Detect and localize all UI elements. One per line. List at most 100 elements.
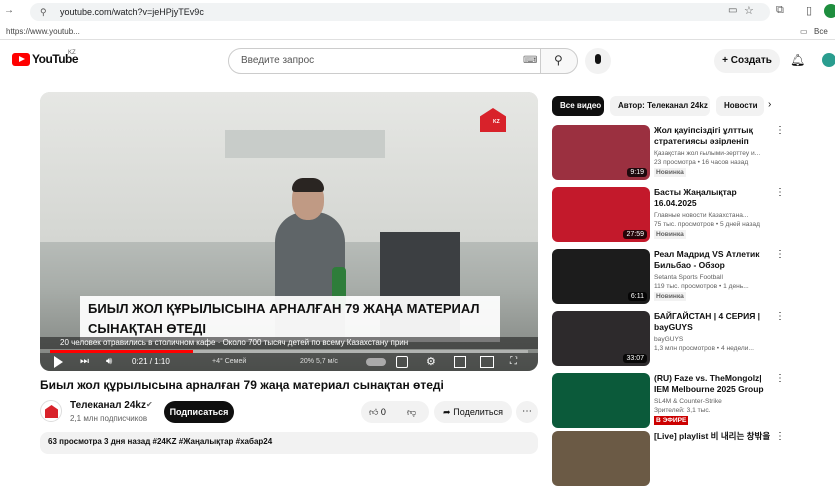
recommendation-channel[interactable]: Главные новости Казахстана... bbox=[654, 212, 776, 219]
search-icon: ⚲ bbox=[554, 53, 563, 67]
share-button[interactable]: ➦ Поделиться bbox=[434, 401, 512, 423]
more-actions-button[interactable]: ⋯ bbox=[516, 401, 538, 423]
channel-watermark-text: KZ bbox=[493, 119, 500, 125]
news-ticker: 20 человек отравились в столичном кафе ·… bbox=[40, 337, 538, 349]
site-settings-icon[interactable]: ⚲ bbox=[40, 3, 47, 21]
recommendation-thumbnail[interactable] bbox=[552, 431, 650, 486]
keyboard-icon[interactable]: ⌨ bbox=[523, 49, 537, 73]
more-vertical-icon[interactable]: ⋮ bbox=[775, 311, 785, 322]
recommendation-channel[interactable]: Setanta Sports Football bbox=[654, 274, 776, 281]
create-button[interactable]: + Создать bbox=[714, 49, 780, 73]
filter-chip[interactable]: Новости bbox=[716, 96, 764, 116]
browser-toolbar: → ⚲ youtube.com/watch?v=jeHPjyTEv9c ▭ ☆ … bbox=[0, 0, 835, 24]
video-player[interactable]: KZ БИЫЛ ЖОЛ ҚҰРЫЛЫСЫНА АРНАЛҒАН 79 ЖАҢА … bbox=[40, 92, 538, 371]
recommendation-channel[interactable]: bayGUYS bbox=[654, 336, 776, 343]
recommendation-meta: Зрителей: 3,1 тыс. bbox=[654, 407, 711, 414]
microphone-icon bbox=[595, 54, 601, 64]
recommendation-thumbnail[interactable] bbox=[552, 373, 650, 428]
recommendation-thumbnail[interactable]: 6:11 bbox=[552, 249, 650, 304]
region-code: KZ bbox=[68, 50, 76, 56]
volume-icon[interactable]: 🔊︎ bbox=[106, 356, 118, 368]
duration-badge: 6:11 bbox=[627, 292, 647, 301]
share-label: Поделиться bbox=[453, 407, 503, 417]
search-placeholder: Введите запрос bbox=[241, 55, 315, 66]
bookmarks-bar: https://www.youtub... ▭ Все за bbox=[0, 24, 835, 52]
search-button[interactable]: ⚲ bbox=[540, 48, 578, 74]
extensions-icon[interactable]: ⧉ bbox=[776, 4, 784, 17]
recommendation-title[interactable]: [Live] playlist 비 내리는 창밖을 bbox=[654, 431, 774, 442]
recommendation-item[interactable]: 27:59 Басты Жаңалықтар 16.04.2025 Главные … bbox=[552, 187, 832, 245]
create-label: Создать bbox=[730, 55, 772, 66]
like-button[interactable]: 👍︎ 0 bbox=[369, 401, 386, 423]
weather-left: +4° Семей bbox=[212, 358, 247, 365]
video-title: Биыл жол құрылысына арналған 79 жаңа мат… bbox=[40, 378, 444, 392]
subscriber-count: 2,1 млн подписчиков bbox=[70, 414, 148, 423]
voice-search-button[interactable] bbox=[585, 48, 611, 74]
more-vertical-icon[interactable]: ⋮ bbox=[775, 373, 785, 384]
url-text: youtube.com/watch?v=jeHPjyTEv9c bbox=[60, 7, 204, 17]
recommendation-item[interactable]: [Live] playlist 비 내리는 창밖을 ⋮ bbox=[552, 431, 832, 489]
address-bar[interactable]: ⚲ youtube.com/watch?v=jeHPjyTEv9c bbox=[30, 3, 770, 21]
recommendation-badge: Новинка bbox=[654, 292, 686, 301]
video-frame-hair bbox=[292, 178, 324, 192]
search-input[interactable]: Введите запрос ⌨ bbox=[228, 48, 548, 74]
next-icon[interactable]: ⏭ bbox=[80, 356, 92, 368]
bookmark-link[interactable]: https://www.youtub... bbox=[6, 24, 80, 40]
recommendation-item[interactable]: (RU) Faze vs. TheMongolz| IEM Melbourne … bbox=[552, 373, 832, 431]
recommendation-channel[interactable]: Қазақстан жол ғылыми-зерттеу и... bbox=[654, 150, 776, 157]
recommendation-title[interactable]: Реал Мадрид VS Атлетик Бильбао - Обзор bbox=[654, 249, 774, 271]
recommendation-meta: 119 тыс. просмотров • 1 день... bbox=[654, 283, 749, 290]
account-avatar[interactable] bbox=[822, 53, 835, 67]
cast-icon[interactable]: ▭ bbox=[728, 5, 737, 16]
play-icon[interactable] bbox=[54, 356, 63, 368]
filter-chip[interactable]: Все видео bbox=[552, 96, 604, 116]
more-vertical-icon[interactable]: ⋮ bbox=[775, 249, 785, 260]
recommendation-title[interactable]: Басты Жаңалықтар 16.04.2025 bbox=[654, 187, 774, 209]
fullscreen-icon[interactable]: ⛶ bbox=[510, 356, 522, 368]
filter-chip[interactable]: Автор: Телеканал 24kz bbox=[610, 96, 710, 116]
profile-avatar[interactable] bbox=[824, 4, 835, 18]
recommendation-meta: 75 тыс. просмотров • 5 дней назад bbox=[654, 221, 760, 228]
recommendation-title[interactable]: (RU) Faze vs. TheMongolz| IEM Melbourne … bbox=[654, 373, 774, 395]
recommendation-item[interactable]: 9:19 Жол қауіпсіздігі ұлттық стратегиясы … bbox=[552, 125, 832, 183]
settings-gear-icon[interactable]: ⚙ bbox=[426, 356, 438, 368]
more-vertical-icon[interactable]: ⋮ bbox=[775, 125, 785, 136]
channel-avatar[interactable] bbox=[40, 400, 62, 422]
recommendation-item[interactable]: 6:11 Реал Мадрид VS Атлетик Бильбао - Обз… bbox=[552, 249, 832, 307]
duration-badge: 9:19 bbox=[627, 168, 647, 177]
recommendation-title[interactable]: БАЙГАЙСТАН | 4 СЕРИЯ | bayGUYS bbox=[654, 311, 774, 333]
miniplayer-icon[interactable] bbox=[454, 356, 466, 368]
notifications-bell-icon[interactable]: 🔔︎ bbox=[790, 53, 805, 67]
plus-icon: + bbox=[722, 55, 731, 66]
recommendation-thumbnail[interactable]: 33:07 bbox=[552, 311, 650, 366]
subscribe-button[interactable]: Подписаться bbox=[164, 401, 234, 423]
sidebar-icon[interactable]: ▯ bbox=[806, 4, 812, 17]
recommendation-meta: 23 просмотра • 16 часов назад bbox=[654, 159, 749, 166]
bookmark-star-icon[interactable]: ☆ bbox=[744, 4, 754, 17]
dislike-button[interactable]: 👎︎ bbox=[407, 401, 416, 423]
recommendation-thumbnail[interactable]: 9:19 bbox=[552, 125, 650, 180]
recommendation-meta: 1,3 млн просмотров • 4 недели... bbox=[654, 345, 754, 352]
youtube-logo-icon[interactable] bbox=[12, 53, 30, 66]
recommendation-title[interactable]: Жол қауіпсіздігі ұлттық стратегиясы әзір… bbox=[654, 125, 774, 147]
channel-avatar-logo bbox=[45, 405, 58, 418]
duration-badge: 33:07 bbox=[623, 354, 647, 363]
more-vertical-icon[interactable]: ⋮ bbox=[775, 187, 785, 198]
description-box[interactable]: 63 просмотра 3 дня назад #24KZ #Жаңалықт… bbox=[40, 432, 538, 454]
folder-icon: ▭ bbox=[800, 27, 808, 36]
like-count: 0 bbox=[380, 407, 386, 417]
back-icon[interactable]: → bbox=[4, 5, 14, 16]
more-vertical-icon[interactable]: ⋮ bbox=[775, 431, 785, 442]
recommendation-channel[interactable]: SL4M & Counter-Strike bbox=[654, 398, 776, 405]
theater-mode-icon[interactable] bbox=[480, 356, 494, 368]
video-frame-hood bbox=[225, 130, 385, 158]
recommendation-thumbnail[interactable]: 27:59 bbox=[552, 187, 650, 242]
chips-next-icon[interactable]: › bbox=[768, 99, 771, 110]
thumbs-down-icon: 👎︎ bbox=[407, 407, 417, 417]
recommendation-item[interactable]: 33:07 БАЙГАЙСТАН | 4 СЕРИЯ | bayGUYS bayGU… bbox=[552, 311, 832, 369]
subtitles-icon[interactable] bbox=[396, 356, 408, 368]
channel-name[interactable]: Телеканал 24kz bbox=[70, 400, 146, 411]
more-horizontal-icon: ⋯ bbox=[522, 406, 532, 417]
autoplay-toggle-icon[interactable] bbox=[366, 358, 386, 366]
weather-right: 20% 5,7 м/с bbox=[300, 358, 338, 365]
